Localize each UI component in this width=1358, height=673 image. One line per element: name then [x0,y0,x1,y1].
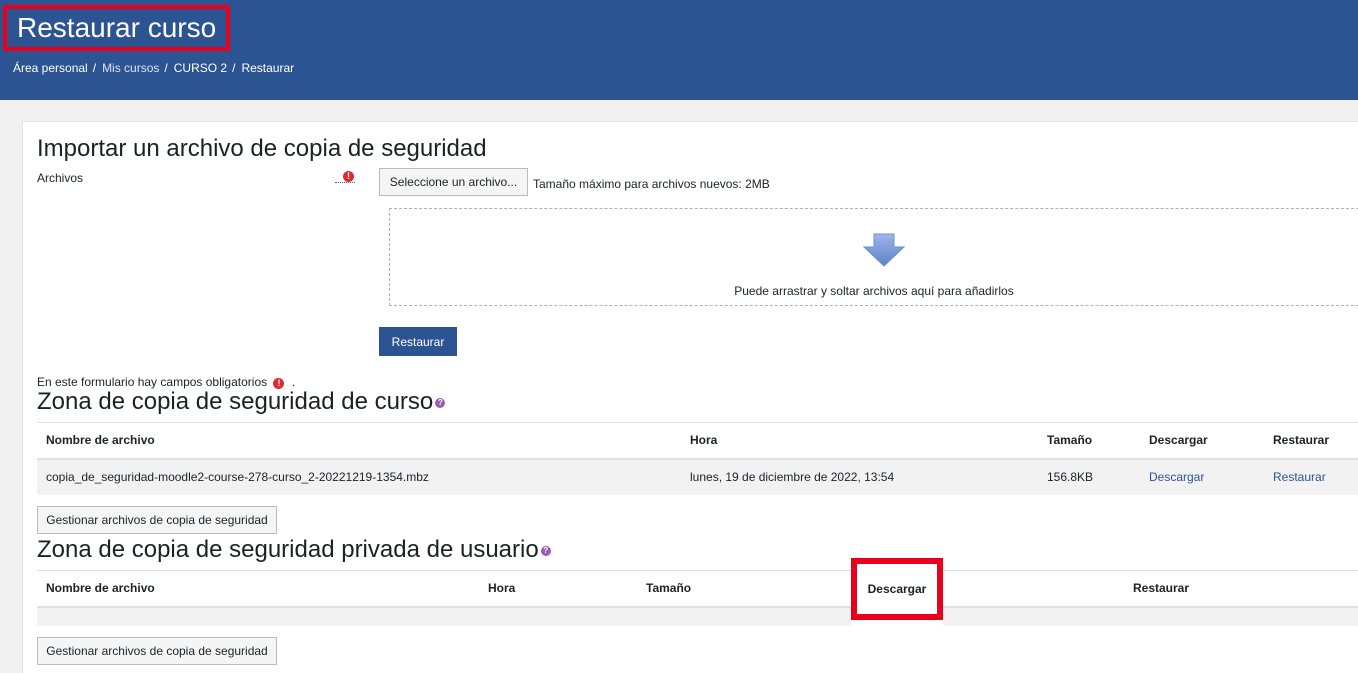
course-backup-heading: Zona de copia de seguridad de curso? [37,388,446,416]
col-filename: Nombre de archivo [46,433,155,447]
required-marker: ! [335,171,355,183]
required-icon: ! [343,171,354,182]
breadcrumb-my-courses[interactable]: Mis cursos [102,61,159,75]
breadcrumb-separator: / [164,61,168,75]
required-fields-text: En este formulario hay campos obligatori… [37,375,268,389]
divider [37,570,1358,571]
manage-course-backups-button[interactable]: Gestionar archivos de copia de seguridad [37,506,277,534]
manage-user-backups-button[interactable]: Gestionar archivos de copia de seguridad [37,637,277,665]
breadcrumb-separator: / [92,61,97,75]
restore-submit-button[interactable]: Restaurar [379,327,457,356]
page-title-highlight: Restaurar curso [3,5,231,51]
main-card: Importar un archivo de copia de segurida… [22,121,1358,673]
row-size: 156.8KB [1047,470,1094,484]
breadcrumb: Área personal / Mis cursos / CURSO 2 / Restaur… [13,61,294,75]
user-backup-heading: Zona de copia de seguridad privada de us… [37,536,551,564]
required-fields-suffix: . [291,375,296,389]
row-filename: copia_de_seguridad-moodle2-course-278-cu… [46,470,429,484]
course-backup-heading-text: Zona de copia de seguridad de curso [37,388,434,415]
col-download-highlighted: Descargar [851,558,943,620]
breadcrumb-restore[interactable]: Restaurar [241,61,294,75]
required-fields-note: En este formulario hay campos obligatori… [37,375,295,389]
choose-file-button[interactable]: Seleccione un archivo... [379,168,528,196]
table-row: copia_de_seguridad-moodle2-course-278-cu… [37,460,1358,495]
col-restore: Restaurar [1273,433,1330,447]
page-header: Restaurar curso Área personal / Mis cursos… [0,0,1358,100]
col-time: Hora [488,581,516,595]
col-time: Hora [690,433,718,447]
import-heading: Importar un archivo de copia de segurida… [37,135,487,162]
user-backup-heading-text: Zona de copia de seguridad privada de us… [37,536,539,563]
col-size: Tamaño [646,581,692,595]
help-icon[interactable]: ? [435,397,446,408]
download-arrow-icon [863,233,905,267]
max-size-note: Tamaño máximo para archivos nuevos: 2MB [533,177,770,191]
download-link[interactable]: Descargar [1149,470,1204,484]
breadcrumb-course[interactable]: CURSO 2 [174,61,227,75]
row-time: lunes, 19 de diciembre de 2022, 13:54 [690,470,895,484]
col-filename: Nombre de archivo [46,581,155,595]
file-dropzone[interactable]: Puede arrastrar y soltar archivos aquí p… [389,208,1358,306]
breadcrumb-separator: / [232,61,236,75]
empty-table-row [943,608,1358,626]
dropzone-text: Puede arrastrar y soltar archivos aquí p… [734,284,1014,298]
files-label: Archivos [37,171,84,185]
help-icon[interactable]: ? [540,545,551,556]
divider [37,422,1358,423]
page-title: Restaurar curso [17,12,217,43]
restore-link[interactable]: Restaurar [1273,470,1326,484]
breadcrumb-home[interactable]: Área personal [13,61,88,75]
empty-table-row [37,608,851,626]
col-download: Descargar [1149,433,1208,447]
col-restore: Restaurar [1133,581,1190,595]
col-size: Tamaño [1047,433,1093,447]
